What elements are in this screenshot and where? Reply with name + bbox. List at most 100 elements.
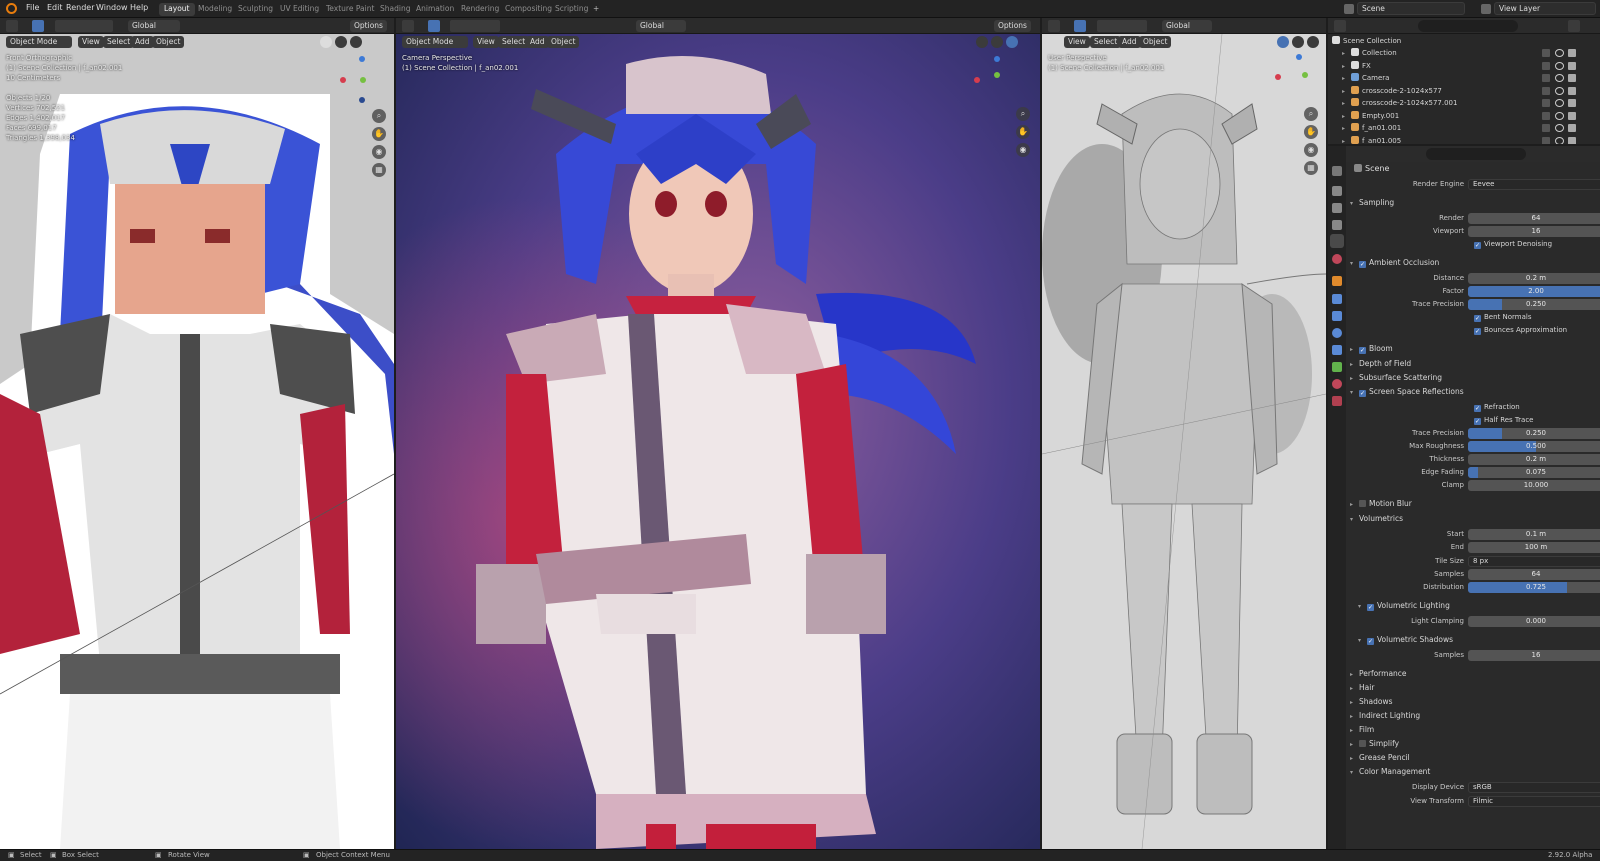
select-mode-icon[interactable] — [55, 20, 113, 32]
expand-icon[interactable]: ▸ — [1350, 372, 1359, 385]
gizmo-z-axis[interactable] — [359, 56, 365, 62]
sss-panel[interactable]: ▸ Subsurface Scattering — [1350, 371, 1600, 384]
bounces-approx-checkbox[interactable]: ✓ Bounces Approximation — [1474, 324, 1567, 336]
eye-icon[interactable] — [1555, 111, 1564, 120]
gizmo-z-axis[interactable] — [1296, 54, 1302, 60]
gizmo-y-axis[interactable] — [994, 72, 1000, 78]
eye-icon[interactable] — [1555, 61, 1564, 70]
select-tool-icon[interactable] — [32, 20, 44, 32]
ao-panel[interactable]: ▾ ✓ Ambient Occlusion — [1350, 256, 1600, 269]
camera-icon[interactable] — [1568, 74, 1576, 82]
vol-lighting-panel[interactable]: ▾ ✓ Volumetric Lighting — [1358, 599, 1600, 612]
tab-scripting[interactable]: Scripting — [550, 3, 593, 16]
select-tool-icon[interactable] — [1074, 20, 1086, 32]
collapse-icon[interactable]: ▾ — [1350, 513, 1359, 526]
render-samples-slider[interactable]: 64 — [1468, 213, 1600, 224]
physics-tab-icon[interactable] — [1332, 328, 1342, 338]
gizmo-x-axis[interactable] — [974, 77, 980, 83]
collapse-icon[interactable]: ▾ — [1350, 257, 1359, 270]
mode-dropdown[interactable]: Object Mode — [402, 36, 468, 48]
add-menu[interactable]: Add — [1118, 36, 1141, 48]
checkbox-icon[interactable]: ✓ — [1474, 242, 1481, 249]
add-workspace-button[interactable]: + — [588, 3, 604, 16]
blender-logo-icon[interactable] — [6, 3, 17, 14]
expand-icon[interactable]: ▸ — [1342, 98, 1351, 110]
menu-file[interactable]: File — [26, 3, 39, 12]
expand-icon[interactable]: ▸ — [1342, 123, 1351, 135]
expand-icon[interactable]: ▸ — [1350, 682, 1359, 695]
bloom-panel[interactable]: ▸ ✓ Bloom — [1350, 342, 1600, 355]
ao-distance-slider[interactable]: 0.2 m — [1468, 273, 1600, 284]
object-menu[interactable]: Object — [547, 36, 580, 48]
particles-tab-icon[interactable] — [1332, 311, 1342, 321]
refraction-checkbox[interactable]: ✓ Refraction — [1474, 401, 1520, 413]
pan-hand-icon[interactable]: ✋ — [1304, 125, 1318, 139]
texture-tab-icon[interactable] — [1332, 396, 1342, 406]
bent-normals-checkbox[interactable]: ✓ Bent Normals — [1474, 311, 1532, 323]
checkbox-icon[interactable] — [1359, 500, 1366, 507]
vol-end-slider[interactable]: 100 m — [1468, 542, 1600, 553]
outliner-item[interactable]: ▸ Empty.001 — [1342, 110, 1576, 123]
camera-view-icon[interactable]: ◉ — [1304, 143, 1318, 157]
expand-icon[interactable]: ▸ — [1350, 696, 1359, 709]
data-tab-icon[interactable] — [1332, 362, 1342, 372]
vol-shadows-panel[interactable]: ▾ ✓ Volumetric Shadows — [1358, 633, 1600, 646]
object-tab-icon[interactable] — [1332, 276, 1342, 286]
camera-icon[interactable] — [1568, 136, 1576, 144]
vol-tile-size-dropdown[interactable]: 8 px⌄ — [1468, 556, 1600, 567]
select-tool-icon[interactable] — [428, 20, 440, 32]
ssr-thickness-slider[interactable]: 0.2 m — [1468, 454, 1600, 465]
expand-icon[interactable]: ▸ — [1342, 111, 1351, 123]
checkbox-icon[interactable]: ✓ — [1359, 347, 1366, 354]
shading-solid-icon[interactable] — [320, 36, 332, 48]
collapse-icon[interactable]: ▾ — [1350, 197, 1359, 210]
eye-icon[interactable] — [1555, 136, 1564, 144]
expand-icon[interactable]: ▸ — [1342, 73, 1351, 85]
checkbox-icon[interactable] — [1359, 740, 1366, 747]
add-menu[interactable]: Add — [526, 36, 549, 48]
gizmo-x-axis[interactable] — [1275, 74, 1281, 80]
camera-view-icon[interactable]: ◉ — [372, 145, 386, 159]
ao-factor-slider[interactable]: 2.00 — [1468, 286, 1600, 297]
tab-sculpting[interactable]: Sculpting — [233, 3, 278, 16]
view-layer-tab-icon[interactable] — [1332, 220, 1342, 230]
sampling-panel[interactable]: ▾ Sampling — [1350, 196, 1600, 209]
expand-icon[interactable]: ▸ — [1350, 668, 1359, 681]
view-menu[interactable]: View — [1064, 36, 1090, 48]
checkbox-icon[interactable] — [1542, 111, 1550, 120]
camera-icon[interactable] — [1568, 61, 1576, 70]
menu-window[interactable]: Window — [96, 3, 128, 12]
expand-icon[interactable]: ▸ — [1350, 738, 1359, 751]
expand-icon[interactable]: ▸ — [1350, 343, 1359, 356]
expand-icon[interactable]: ▸ — [1342, 61, 1351, 73]
expand-icon[interactable]: ▸ — [1350, 724, 1359, 737]
perspective-grid-icon[interactable]: ▦ — [1304, 161, 1318, 175]
scene-selector[interactable]: Scene — [1357, 2, 1465, 15]
object-menu[interactable]: Object — [1139, 36, 1172, 48]
collapse-icon[interactable]: ▾ — [1350, 386, 1359, 399]
camera-icon[interactable] — [1568, 86, 1576, 95]
outliner-root[interactable]: Scene Collection — [1332, 35, 1562, 47]
color-management-panel[interactable]: ▾ Color Management — [1350, 765, 1600, 778]
shading-rendered-icon[interactable] — [350, 36, 362, 48]
view-layer-icon[interactable] — [1481, 4, 1491, 14]
zoom-icon[interactable]: ⌕ — [1016, 107, 1030, 121]
checkbox-icon[interactable] — [1542, 74, 1550, 82]
options-button[interactable]: Options — [994, 20, 1031, 32]
outliner-item[interactable]: ▸ Camera — [1342, 72, 1576, 85]
expand-icon[interactable]: ▸ — [1350, 358, 1359, 371]
editor-type-icon[interactable] — [402, 20, 414, 32]
right-viewport[interactable]: User Perspective (1) Scene Collection | … — [1042, 34, 1326, 849]
gizmo-x-axis[interactable] — [340, 77, 346, 83]
gizmo-z-axis[interactable] — [994, 56, 1000, 62]
select-mode-icon[interactable] — [1097, 20, 1147, 32]
vol-distribution-slider[interactable]: 0.725 — [1468, 582, 1600, 593]
display-device-dropdown[interactable]: sRGB⌄ — [1468, 782, 1600, 793]
view-menu[interactable]: View — [473, 36, 499, 48]
checkbox-icon[interactable]: ✓ — [1367, 638, 1374, 645]
outliner-item[interactable]: ▸ f_an01.005 — [1342, 135, 1576, 144]
vol-start-slider[interactable]: 0.1 m — [1468, 529, 1600, 540]
camera-icon[interactable] — [1568, 49, 1576, 57]
shading-rendered-icon[interactable] — [1006, 36, 1018, 48]
eye-icon[interactable] — [1555, 86, 1564, 95]
